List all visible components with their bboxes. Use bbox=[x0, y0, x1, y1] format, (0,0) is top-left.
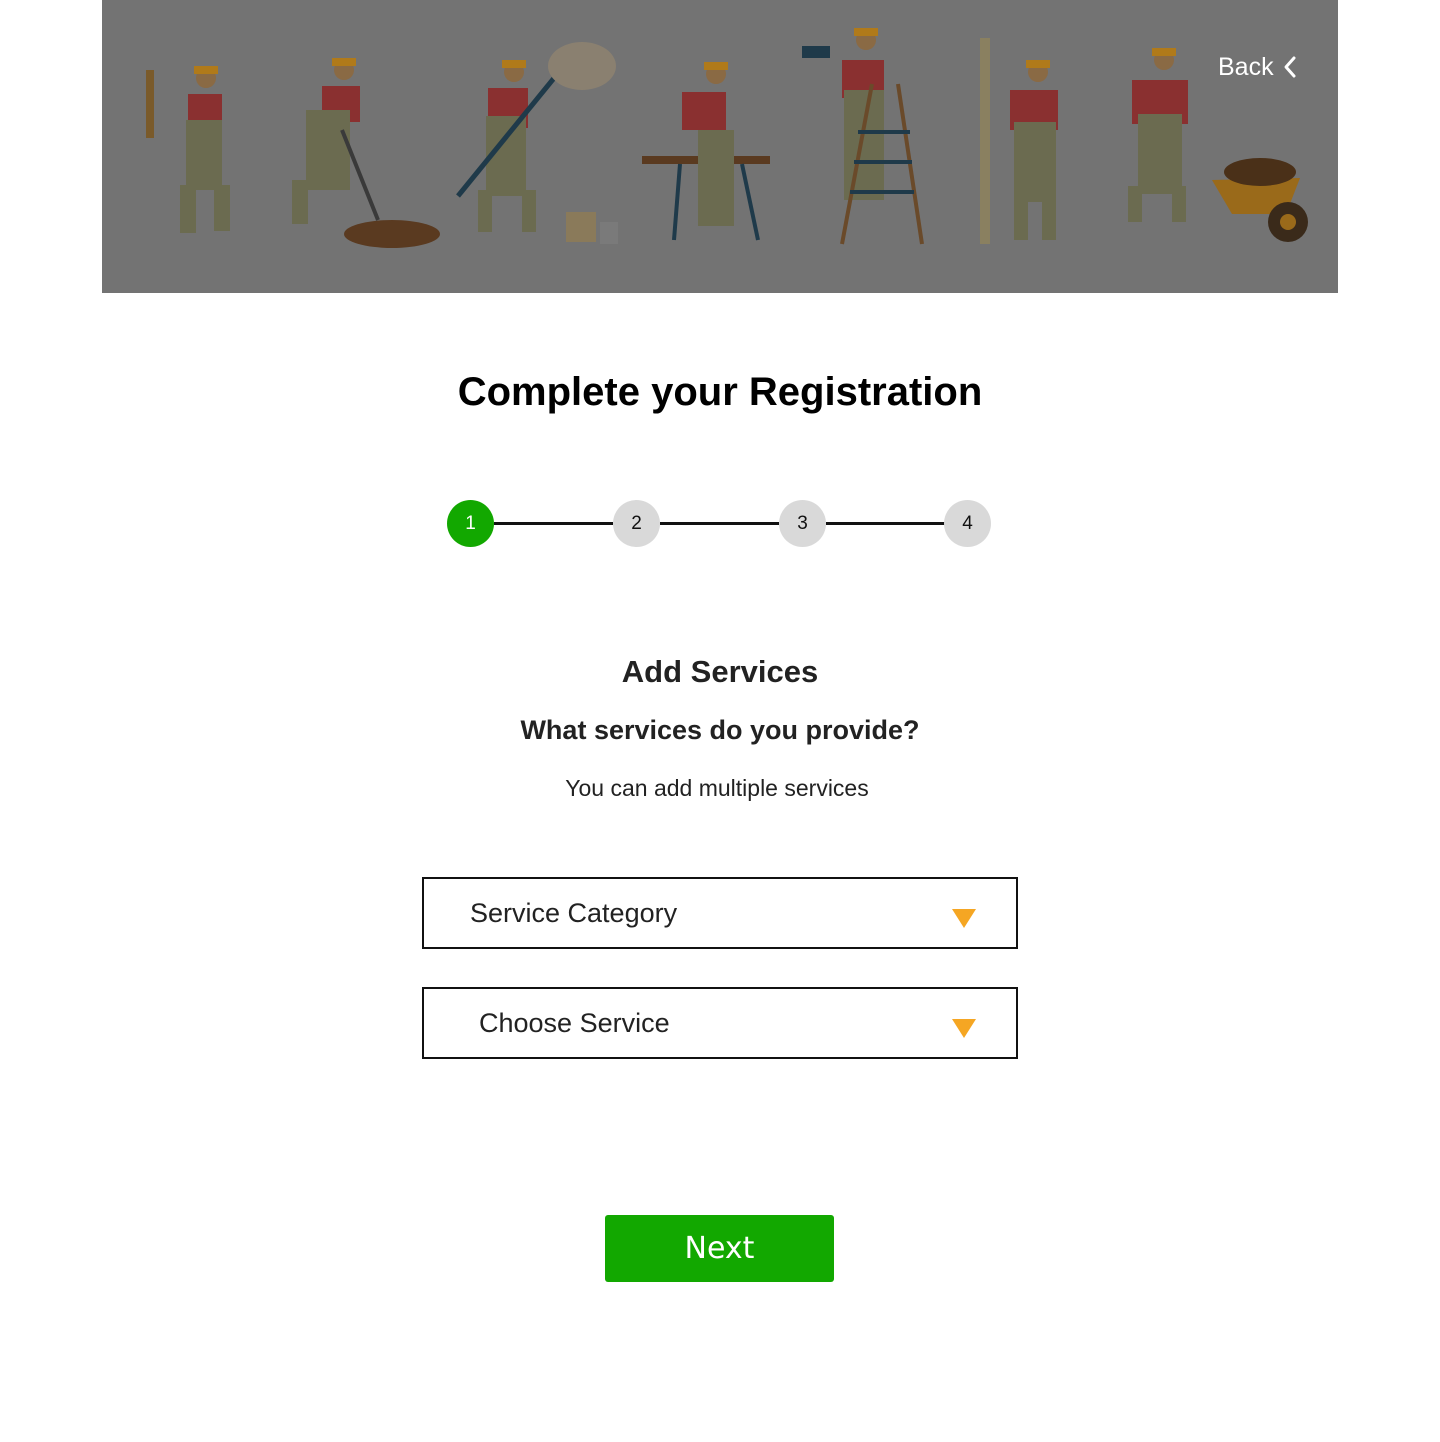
construction-workers-illustration bbox=[146, 28, 1308, 248]
step-1[interactable]: 1 bbox=[447, 500, 494, 547]
triangle-down-icon bbox=[952, 909, 976, 928]
triangle-down-icon bbox=[952, 1019, 976, 1038]
step-4[interactable]: 4 bbox=[944, 500, 991, 547]
stepper-connector bbox=[826, 522, 945, 525]
page-title: Complete your Registration bbox=[457, 370, 983, 414]
back-label: Back bbox=[1218, 52, 1274, 81]
chevron-left-icon bbox=[1284, 56, 1296, 78]
section-question: What services do you provide? bbox=[520, 715, 920, 745]
choose-service-placeholder: Choose Service bbox=[479, 1008, 670, 1038]
section-hint: You can add multiple services bbox=[565, 775, 869, 801]
service-category-placeholder: Service Category bbox=[470, 898, 678, 928]
header-banner: Back bbox=[102, 0, 1338, 293]
service-category-select[interactable]: Service Category bbox=[422, 877, 1018, 949]
stepper-connector bbox=[494, 522, 613, 525]
stepper-connector bbox=[660, 522, 779, 525]
registration-stepper: 1 2 3 4 bbox=[447, 500, 991, 547]
section-title: Add Services bbox=[621, 654, 819, 689]
step-3[interactable]: 3 bbox=[779, 500, 826, 547]
next-button[interactable]: Next bbox=[605, 1215, 834, 1282]
back-button[interactable]: Back bbox=[1218, 48, 1298, 86]
step-2[interactable]: 2 bbox=[613, 500, 660, 547]
choose-service-select[interactable]: Choose Service bbox=[422, 987, 1018, 1059]
